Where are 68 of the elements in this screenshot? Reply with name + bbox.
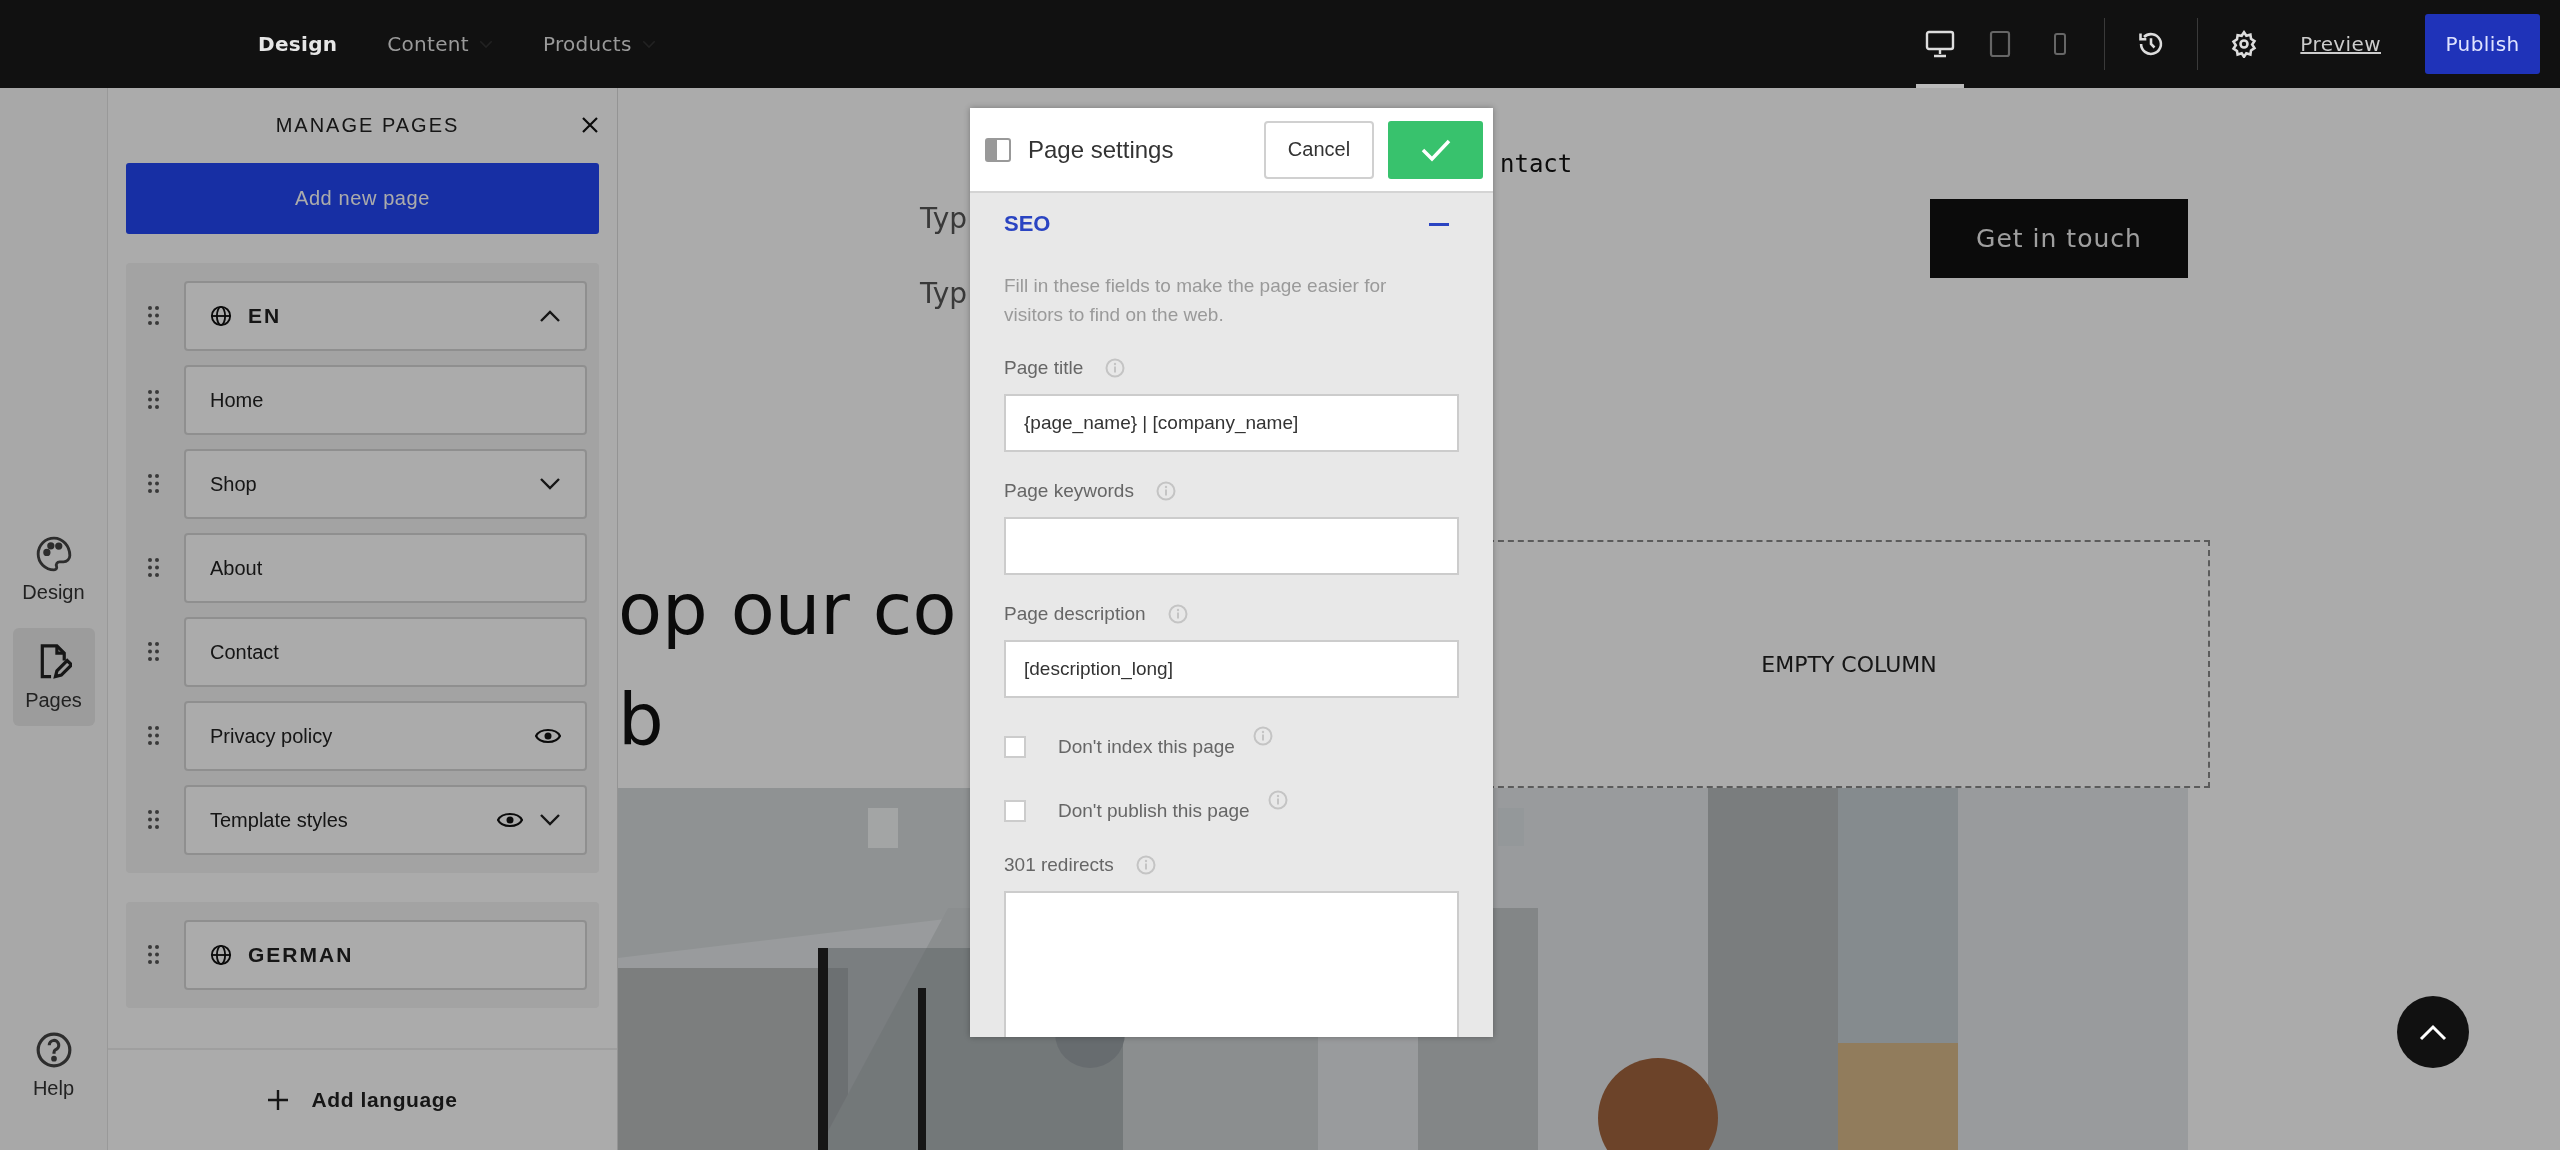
nav-tab[interactable]: Products (542, 24, 656, 64)
text-field[interactable] (1004, 517, 1459, 575)
site-heading: op our co (618, 566, 957, 653)
chevron-down-icon[interactable] (539, 813, 561, 827)
drag-handle-icon[interactable] (148, 473, 160, 495)
palette-icon (34, 534, 73, 573)
section-description: Fill in these fields to make the page easier for visitors to find on the web. (1004, 274, 1388, 327)
help-icon (34, 1030, 73, 1069)
drag-handle-icon[interactable] (148, 305, 160, 327)
sidebar-icon (985, 137, 1011, 162)
add-language-button[interactable]: Add language (108, 1048, 617, 1150)
checkbox-label: Don't publish this page (1058, 800, 1250, 822)
cancel-button[interactable]: Cancel (1264, 120, 1374, 179)
page-item[interactable]: About (184, 533, 587, 603)
globe-icon (210, 305, 232, 327)
drag-handle-icon[interactable] (148, 557, 160, 579)
chevron-up-icon[interactable] (539, 309, 561, 323)
rail-tab[interactable]: Design (12, 520, 95, 618)
drag-handle-icon[interactable] (148, 725, 160, 747)
page-item[interactable]: Home (184, 365, 587, 435)
publish-button[interactable]: Publish (2425, 14, 2540, 74)
page-item[interactable]: Privacy policy (184, 701, 587, 771)
preview-link[interactable]: Preview (2300, 32, 2381, 56)
panel-title: MANAGE PAGES (275, 114, 460, 137)
help-button[interactable]: Help (12, 1016, 95, 1114)
tablet-icon[interactable] (1989, 30, 2012, 58)
page-item[interactable]: Shop (184, 449, 587, 519)
drag-handle-icon[interactable] (148, 389, 160, 411)
page-item[interactable]: Contact (184, 617, 587, 687)
chevron-down-icon[interactable] (539, 477, 561, 491)
field-label: Page description (1004, 603, 1146, 625)
collapse-icon[interactable] (1429, 222, 1449, 226)
language-item[interactable]: EN (184, 281, 587, 351)
eye-icon[interactable] (497, 811, 523, 829)
globe-icon (210, 944, 232, 966)
check-icon (1419, 137, 1452, 162)
drag-handle-icon[interactable] (148, 944, 160, 966)
drag-handle-icon[interactable] (148, 809, 160, 831)
text-field[interactable]: [description_long] (1004, 640, 1459, 698)
add-page-button[interactable]: Add new page (126, 163, 599, 234)
site-heading: b (618, 676, 664, 763)
language-item[interactable]: GERMAN (184, 920, 587, 990)
settings-icon[interactable] (2230, 30, 2259, 58)
checkbox[interactable] (1004, 800, 1026, 822)
site-text: Typ (920, 202, 968, 235)
eye-icon[interactable] (535, 727, 561, 745)
nav-tab[interactable]: Design (258, 24, 338, 64)
field-label: 301 redirects (1004, 854, 1114, 876)
checkbox[interactable] (1004, 736, 1026, 758)
redirects-field[interactable] (1004, 891, 1459, 1037)
nav-tab[interactable]: Content (387, 24, 493, 64)
section-title[interactable]: SEO (1004, 211, 1051, 237)
site-nav-link[interactable]: ntact (1500, 150, 1573, 178)
desktop-icon[interactable] (1925, 30, 1956, 58)
checkbox-label: Don't index this page (1058, 736, 1235, 758)
field-label: Page title (1004, 357, 1084, 379)
page-item[interactable]: Template styles (184, 785, 587, 855)
field-label: Page keywords (1004, 480, 1134, 502)
close-icon[interactable] (581, 116, 599, 134)
phone-icon[interactable] (2053, 32, 2068, 56)
plus-icon (267, 1089, 290, 1111)
site-text: Typ (920, 277, 968, 310)
dialog-title: Page settings (1028, 135, 1175, 164)
chevron-up-icon (2418, 1023, 2448, 1041)
get-in-touch-button[interactable]: Get in touch (1930, 199, 2188, 278)
text-field[interactable]: {page_name} | [company_name] (1004, 394, 1459, 452)
rail-tab[interactable]: Pages (12, 628, 95, 726)
drag-handle-icon[interactable] (148, 641, 160, 663)
